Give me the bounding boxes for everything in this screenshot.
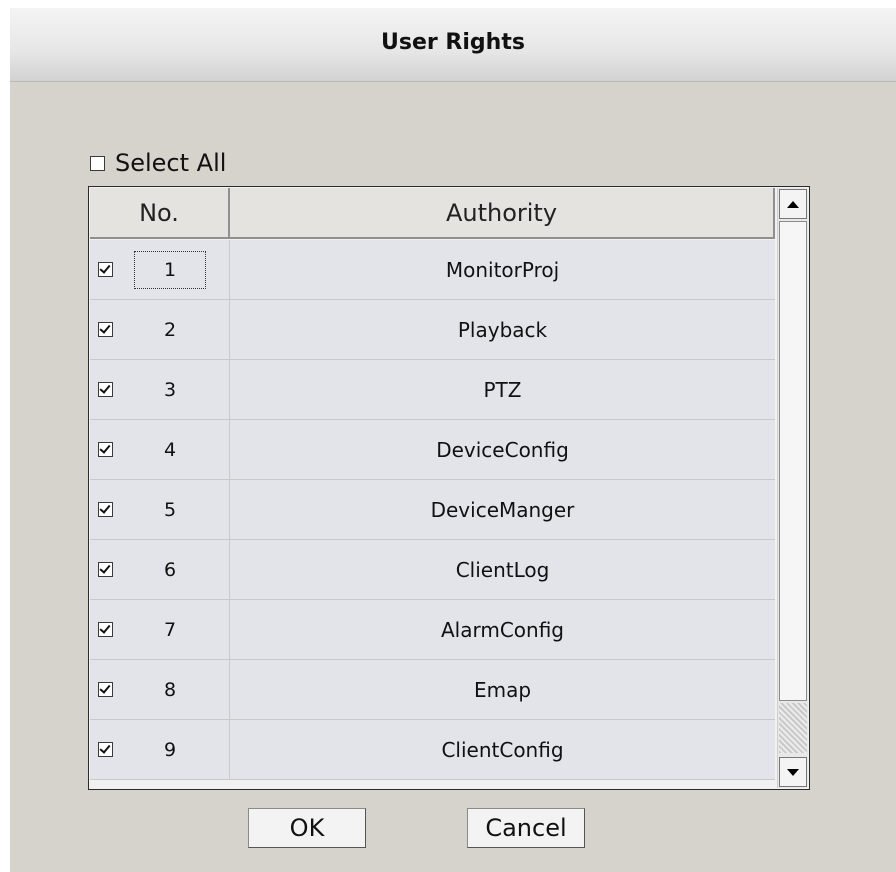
dialog-title: User Rights [381, 30, 525, 55]
row-checkbox[interactable] [98, 622, 113, 637]
rights-table: No. Authority 1 MonitorProj 2 Playback 3… [88, 186, 810, 790]
row-number: 6 [163, 558, 177, 581]
table-row[interactable]: 9 ClientConfig [90, 720, 775, 780]
table-row[interactable]: 2 Playback [90, 300, 775, 360]
table-row[interactable]: 5 DeviceManger [90, 480, 775, 540]
scroll-down-button[interactable] [779, 757, 807, 787]
table-header: No. Authority [90, 188, 775, 239]
authority-cell: ClientConfig [441, 737, 564, 762]
select-all-option[interactable]: Select All [90, 148, 226, 178]
authority-cell: DeviceManger [430, 497, 575, 522]
authority-cell: MonitorProj [445, 257, 560, 282]
row-number: 9 [163, 738, 177, 761]
cancel-button[interactable]: Cancel [467, 808, 585, 848]
arrow-down-icon [787, 768, 799, 776]
scrollbar-track[interactable] [779, 703, 807, 753]
scrollbar-thumb[interactable] [779, 221, 807, 701]
table-row[interactable]: 1 MonitorProj [90, 240, 775, 300]
authority-cell: ClientLog [455, 557, 550, 582]
row-number: 2 [163, 318, 177, 341]
table-row[interactable]: 6 ClientLog [90, 540, 775, 600]
table-row[interactable]: 7 AlarmConfig [90, 600, 775, 660]
table-row[interactable]: 8 Emap [90, 660, 775, 720]
vertical-scrollbar[interactable] [777, 188, 808, 788]
row-checkbox[interactable] [98, 502, 113, 517]
table-body: 1 MonitorProj 2 Playback 3 PTZ 4 DeviceC… [90, 240, 775, 780]
arrow-up-icon [787, 200, 799, 208]
table-row[interactable]: 3 PTZ [90, 360, 775, 420]
authority-cell: Playback [457, 317, 548, 342]
row-number: 1 [134, 250, 206, 289]
ok-button[interactable]: OK [248, 808, 366, 848]
row-number: 8 [163, 678, 177, 701]
row-checkbox[interactable] [98, 442, 113, 457]
row-number: 7 [163, 618, 177, 641]
row-checkbox[interactable] [98, 682, 113, 697]
row-number: 4 [163, 438, 177, 461]
table-row[interactable]: 4 DeviceConfig [90, 420, 775, 480]
scroll-up-button[interactable] [779, 189, 807, 219]
select-all-checkbox[interactable] [90, 155, 105, 171]
user-rights-dialog: User Rights Select All No. Authority 1 M… [10, 8, 896, 872]
row-checkbox[interactable] [98, 382, 113, 397]
select-all-label: Select All [115, 149, 227, 177]
authority-cell: PTZ [483, 377, 522, 402]
column-header-authority[interactable]: Authority [230, 188, 775, 239]
row-number: 5 [163, 498, 177, 521]
row-checkbox[interactable] [98, 562, 113, 577]
row-checkbox[interactable] [98, 262, 113, 277]
row-checkbox[interactable] [98, 322, 113, 337]
column-header-no[interactable]: No. [90, 188, 230, 239]
row-number: 3 [163, 378, 177, 401]
title-bar: User Rights [10, 8, 896, 82]
authority-cell: Emap [473, 677, 532, 702]
authority-cell: DeviceConfig [436, 437, 569, 462]
authority-cell: AlarmConfig [440, 617, 565, 642]
row-checkbox[interactable] [98, 742, 113, 757]
